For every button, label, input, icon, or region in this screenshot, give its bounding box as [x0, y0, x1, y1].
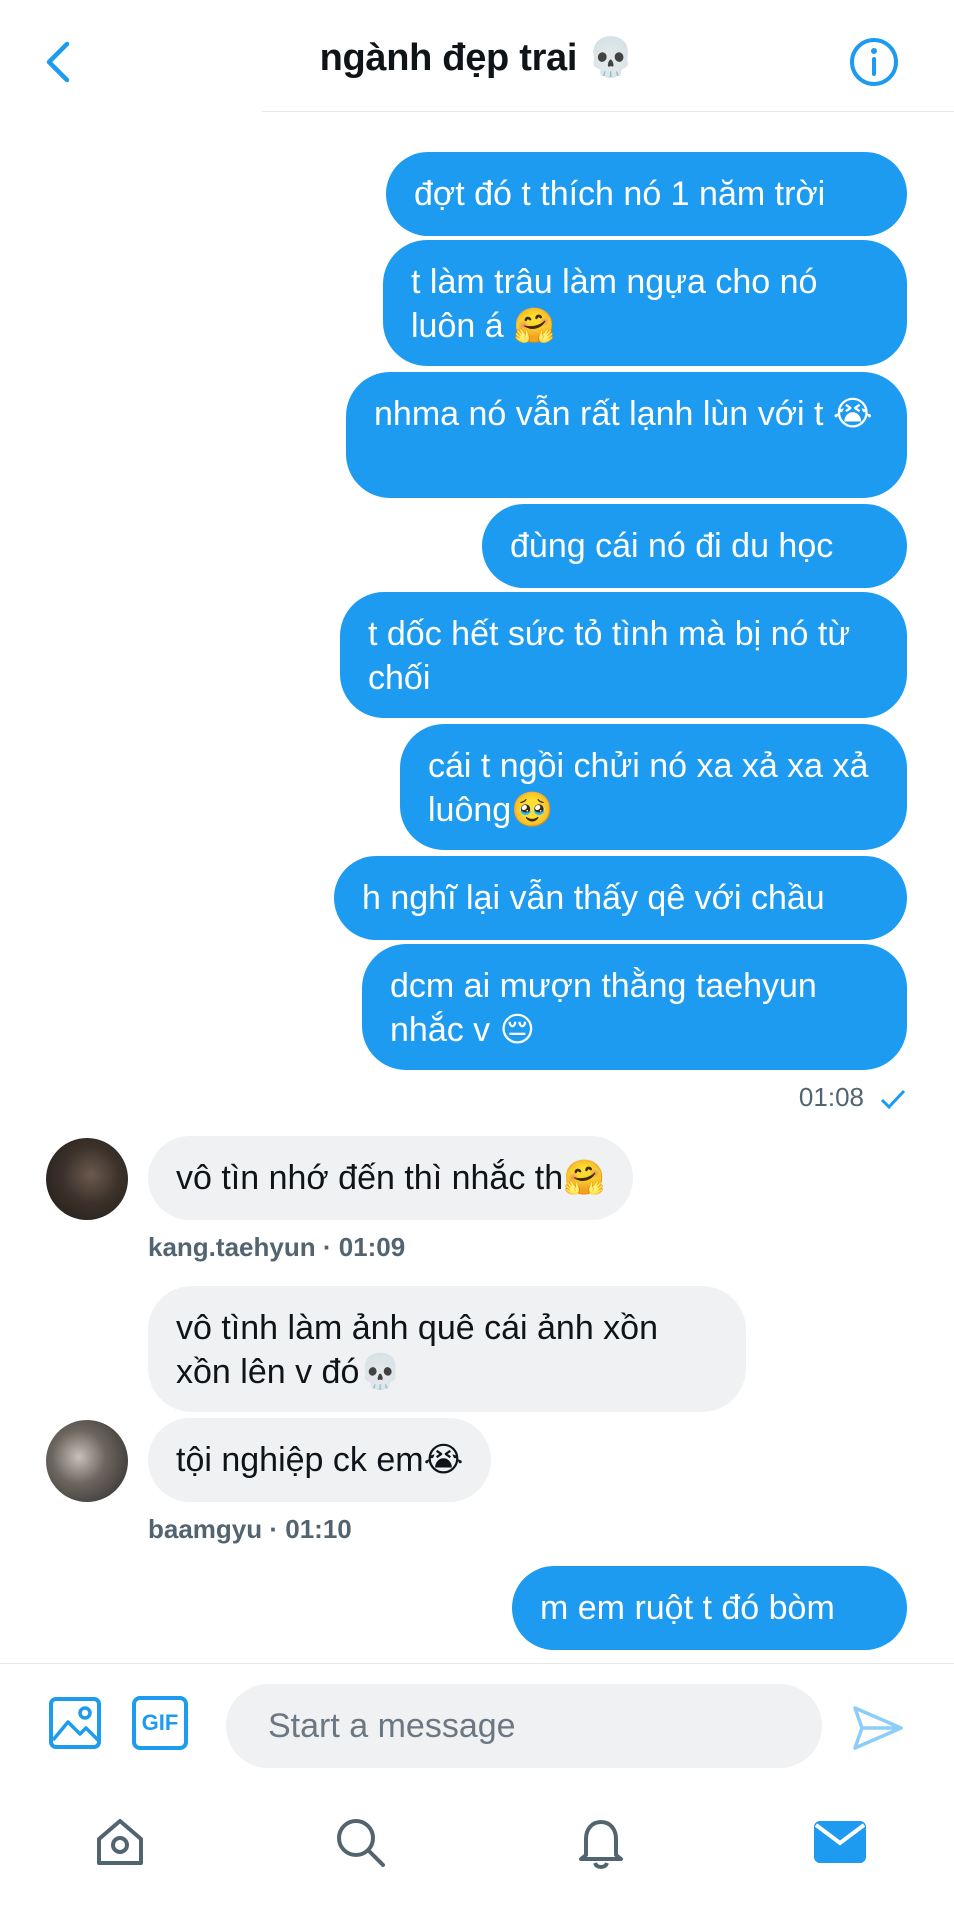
message-bubble[interactable]: nhma nó vẫn rất lạnh lùn với t 😭 — [346, 372, 907, 498]
tab-notifications[interactable] — [571, 1812, 631, 1872]
message-bubble[interactable]: đùng cái nó đi du học — [482, 504, 907, 588]
message-meta: baamgyu · 01:10 — [148, 1514, 352, 1544]
tab-search[interactable] — [330, 1812, 390, 1872]
message-bubble[interactable]: vô tìn nhớ đến thì nhắc th🤗 — [148, 1136, 634, 1220]
message-timestamp: 01:08 — [798, 1082, 864, 1112]
conversation-title[interactable]: ngành đẹp trai 💀 — [0, 36, 954, 80]
message-bubble[interactable]: h nghĩ lại vẫn thấy qê với chầu — [334, 856, 907, 940]
tab-messages[interactable] — [810, 1812, 870, 1872]
image-icon — [49, 1697, 101, 1749]
message-bubble[interactable]: đợt đó t thích nó 1 năm trời — [386, 152, 907, 236]
message-bubble[interactable]: m em ruột t đó bòm — [512, 1566, 907, 1650]
checkmark-icon — [880, 1089, 906, 1110]
bottom-tab-bar — [0, 1790, 954, 1920]
message-bubble[interactable]: t dốc hết sức tỏ tình mà bị nó từ chối — [340, 592, 907, 718]
info-button[interactable] — [848, 36, 900, 88]
dm-conversation-screen: ngành đẹp trai 💀 đợt đó t thích nó 1 năm… — [0, 0, 954, 1920]
message-bubble[interactable]: t làm trâu làm ngựa cho nó luôn á 🤗 — [383, 240, 907, 366]
tab-home[interactable] — [90, 1812, 150, 1872]
message-input[interactable] — [226, 1684, 822, 1768]
search-icon — [337, 1819, 385, 1867]
conversation-header: ngành đẹp trai 💀 — [0, 0, 954, 112]
message-bubble[interactable]: cái t ngồi chửi nó xa xả xa xả luông🥹 — [400, 724, 907, 850]
message-composer: GIF — [0, 1664, 954, 1790]
message-bubble[interactable]: vô tình làm ảnh quê cái ảnh xồn xồn lên … — [148, 1286, 746, 1412]
info-icon — [850, 38, 898, 86]
mail-icon — [814, 1821, 866, 1863]
bell-icon — [579, 1820, 623, 1869]
send-icon — [853, 1706, 903, 1750]
add-gif-button[interactable]: GIF — [132, 1696, 188, 1750]
add-image-button[interactable] — [48, 1696, 102, 1750]
message-bubble[interactable]: dcm ai mượn thằng taehyun nhắc v 😔 — [362, 944, 907, 1070]
send-button[interactable] — [852, 1704, 904, 1752]
message-bubble[interactable]: tội nghiệp ck em😭 — [148, 1418, 492, 1502]
header-divider — [262, 111, 954, 112]
message-meta: kang.taehyun · 01:09 — [148, 1232, 406, 1262]
avatar[interactable] — [46, 1420, 128, 1502]
home-icon — [97, 1819, 143, 1865]
avatar[interactable] — [46, 1138, 128, 1220]
